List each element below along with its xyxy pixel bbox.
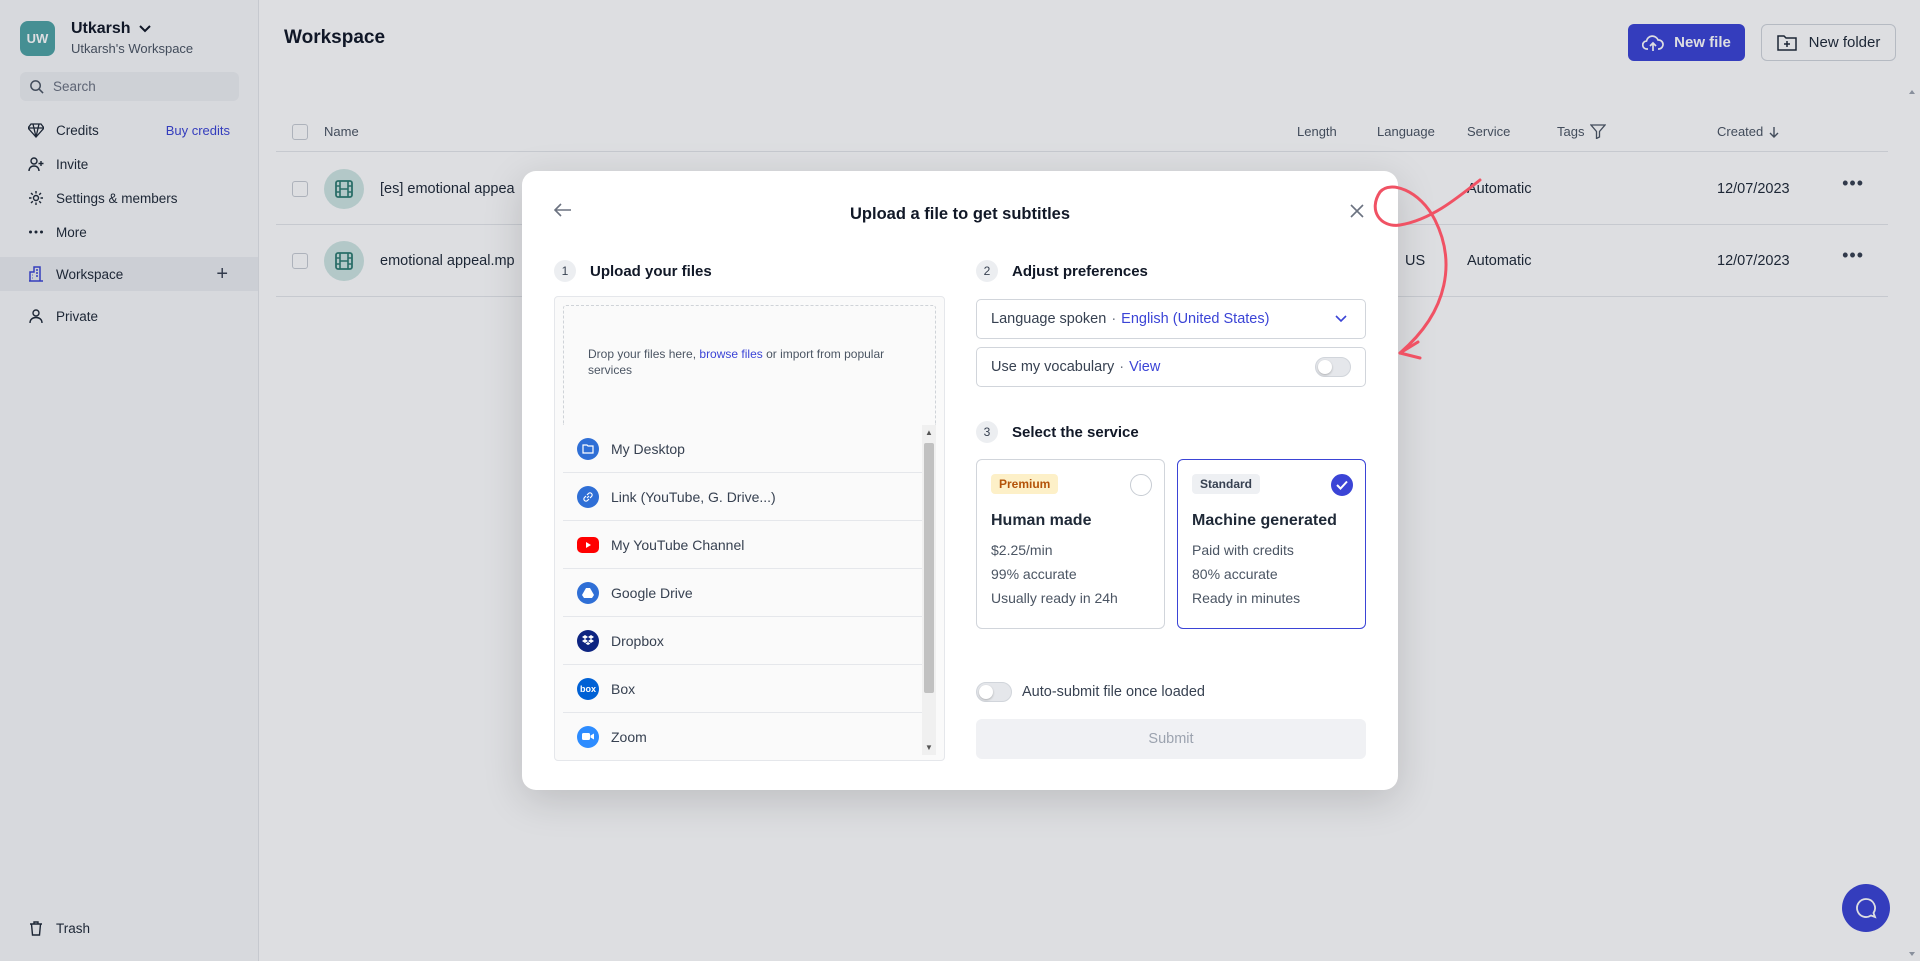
sources-scrollbar[interactable]: ▲ ▼ [922, 425, 936, 755]
folder-icon [577, 437, 599, 460]
source-label: My YouTube Channel [611, 536, 745, 553]
vocabulary-label: Use my vocabulary [991, 359, 1115, 375]
auto-submit-label: Auto-submit file once loaded [1022, 684, 1205, 700]
source-link[interactable]: Link (YouTube, G. Drive...) [563, 473, 923, 521]
source-label: Google Drive [611, 584, 693, 601]
dropzone[interactable]: Drop your files here, browse files or im… [563, 305, 936, 425]
source-label: My Desktop [611, 440, 685, 457]
service-accuracy: 99% accurate [991, 566, 1077, 582]
separator-dot: · [1119, 359, 1125, 375]
dropzone-prefix: Drop your files here, [588, 347, 697, 361]
service-time: Usually ready in 24h [991, 590, 1118, 606]
source-label: Link (YouTube, G. Drive...) [611, 488, 776, 505]
link-icon [577, 485, 599, 508]
auto-submit-row: Auto-submit file once loaded [976, 682, 1205, 702]
step-number: 3 [976, 421, 998, 443]
scrollbar-thumb[interactable] [924, 443, 934, 693]
service-name: Human made [991, 512, 1092, 529]
toggle-knob [1318, 360, 1332, 374]
standard-badge: Standard [1192, 474, 1261, 494]
browse-files-link[interactable]: browse files [699, 347, 762, 361]
chevron-down-icon [1335, 315, 1347, 323]
source-zoom[interactable]: Zoom [563, 713, 923, 755]
separator-dot: · [1111, 311, 1117, 327]
source-box[interactable]: box Box [563, 665, 923, 713]
language-value: English (United States) [1121, 311, 1270, 327]
service-name: Machine generated [1192, 512, 1337, 529]
google-drive-icon [577, 581, 599, 604]
step-label: Select the service [1012, 423, 1139, 441]
auto-submit-toggle[interactable] [976, 682, 1012, 702]
step-number: 1 [554, 260, 576, 282]
service-time: Ready in minutes [1192, 590, 1301, 606]
step-upload: 1 Upload your files [554, 260, 712, 282]
step-service: 3 Select the service [976, 421, 1139, 443]
vocabulary-row: Use my vocabulary · View [976, 347, 1366, 387]
source-dropbox[interactable]: Dropbox [563, 617, 923, 665]
step-label: Adjust preferences [1012, 262, 1148, 280]
vocabulary-toggle[interactable] [1315, 357, 1351, 377]
source-label: Box [611, 680, 636, 697]
youtube-icon [577, 536, 599, 553]
service-price: $2.25/min [991, 542, 1053, 558]
language-label: Language spoken [991, 311, 1107, 327]
scroll-up-arrow[interactable]: ▲ [925, 428, 933, 437]
source-my-desktop[interactable]: My Desktop [563, 425, 923, 473]
source-youtube-channel[interactable]: My YouTube Channel [563, 521, 923, 569]
box-icon: box [577, 677, 599, 700]
source-label: Zoom [611, 728, 647, 745]
check-icon [1336, 480, 1348, 490]
upload-box: Drop your files here, browse files or im… [554, 296, 945, 761]
step-number: 2 [976, 260, 998, 282]
service-radio[interactable] [1130, 474, 1152, 496]
upload-modal: Upload a file to get subtitles 1 Upload … [522, 171, 1398, 790]
annotation-arrow [1373, 178, 1482, 360]
import-sources-list: My Desktop Link (YouTube, G. Drive...) M… [563, 425, 923, 755]
source-label: Dropbox [611, 632, 664, 649]
service-radio-checked[interactable] [1331, 474, 1353, 496]
toggle-knob [979, 685, 993, 699]
vocabulary-view-link[interactable]: View [1129, 359, 1160, 375]
premium-badge: Premium [991, 474, 1059, 494]
dropbox-icon [577, 629, 599, 652]
language-select[interactable]: Language spoken · English (United States… [976, 299, 1366, 339]
service-card-machine[interactable]: Standard Machine generated Paid with cre… [1177, 459, 1366, 629]
modal-title: Upload a file to get subtitles [849, 205, 1071, 223]
service-card-human[interactable]: Premium Human made $2.25/min 99% accurat… [976, 459, 1165, 629]
service-accuracy: 80% accurate [1192, 566, 1278, 582]
scroll-down-arrow[interactable]: ▼ [925, 743, 933, 752]
step-preferences: 2 Adjust preferences [976, 260, 1148, 282]
source-google-drive[interactable]: Google Drive [563, 569, 923, 617]
step-label: Upload your files [590, 262, 712, 280]
service-price: Paid with credits [1192, 542, 1294, 558]
submit-button[interactable]: Submit [976, 719, 1366, 759]
zoom-icon [577, 725, 599, 748]
